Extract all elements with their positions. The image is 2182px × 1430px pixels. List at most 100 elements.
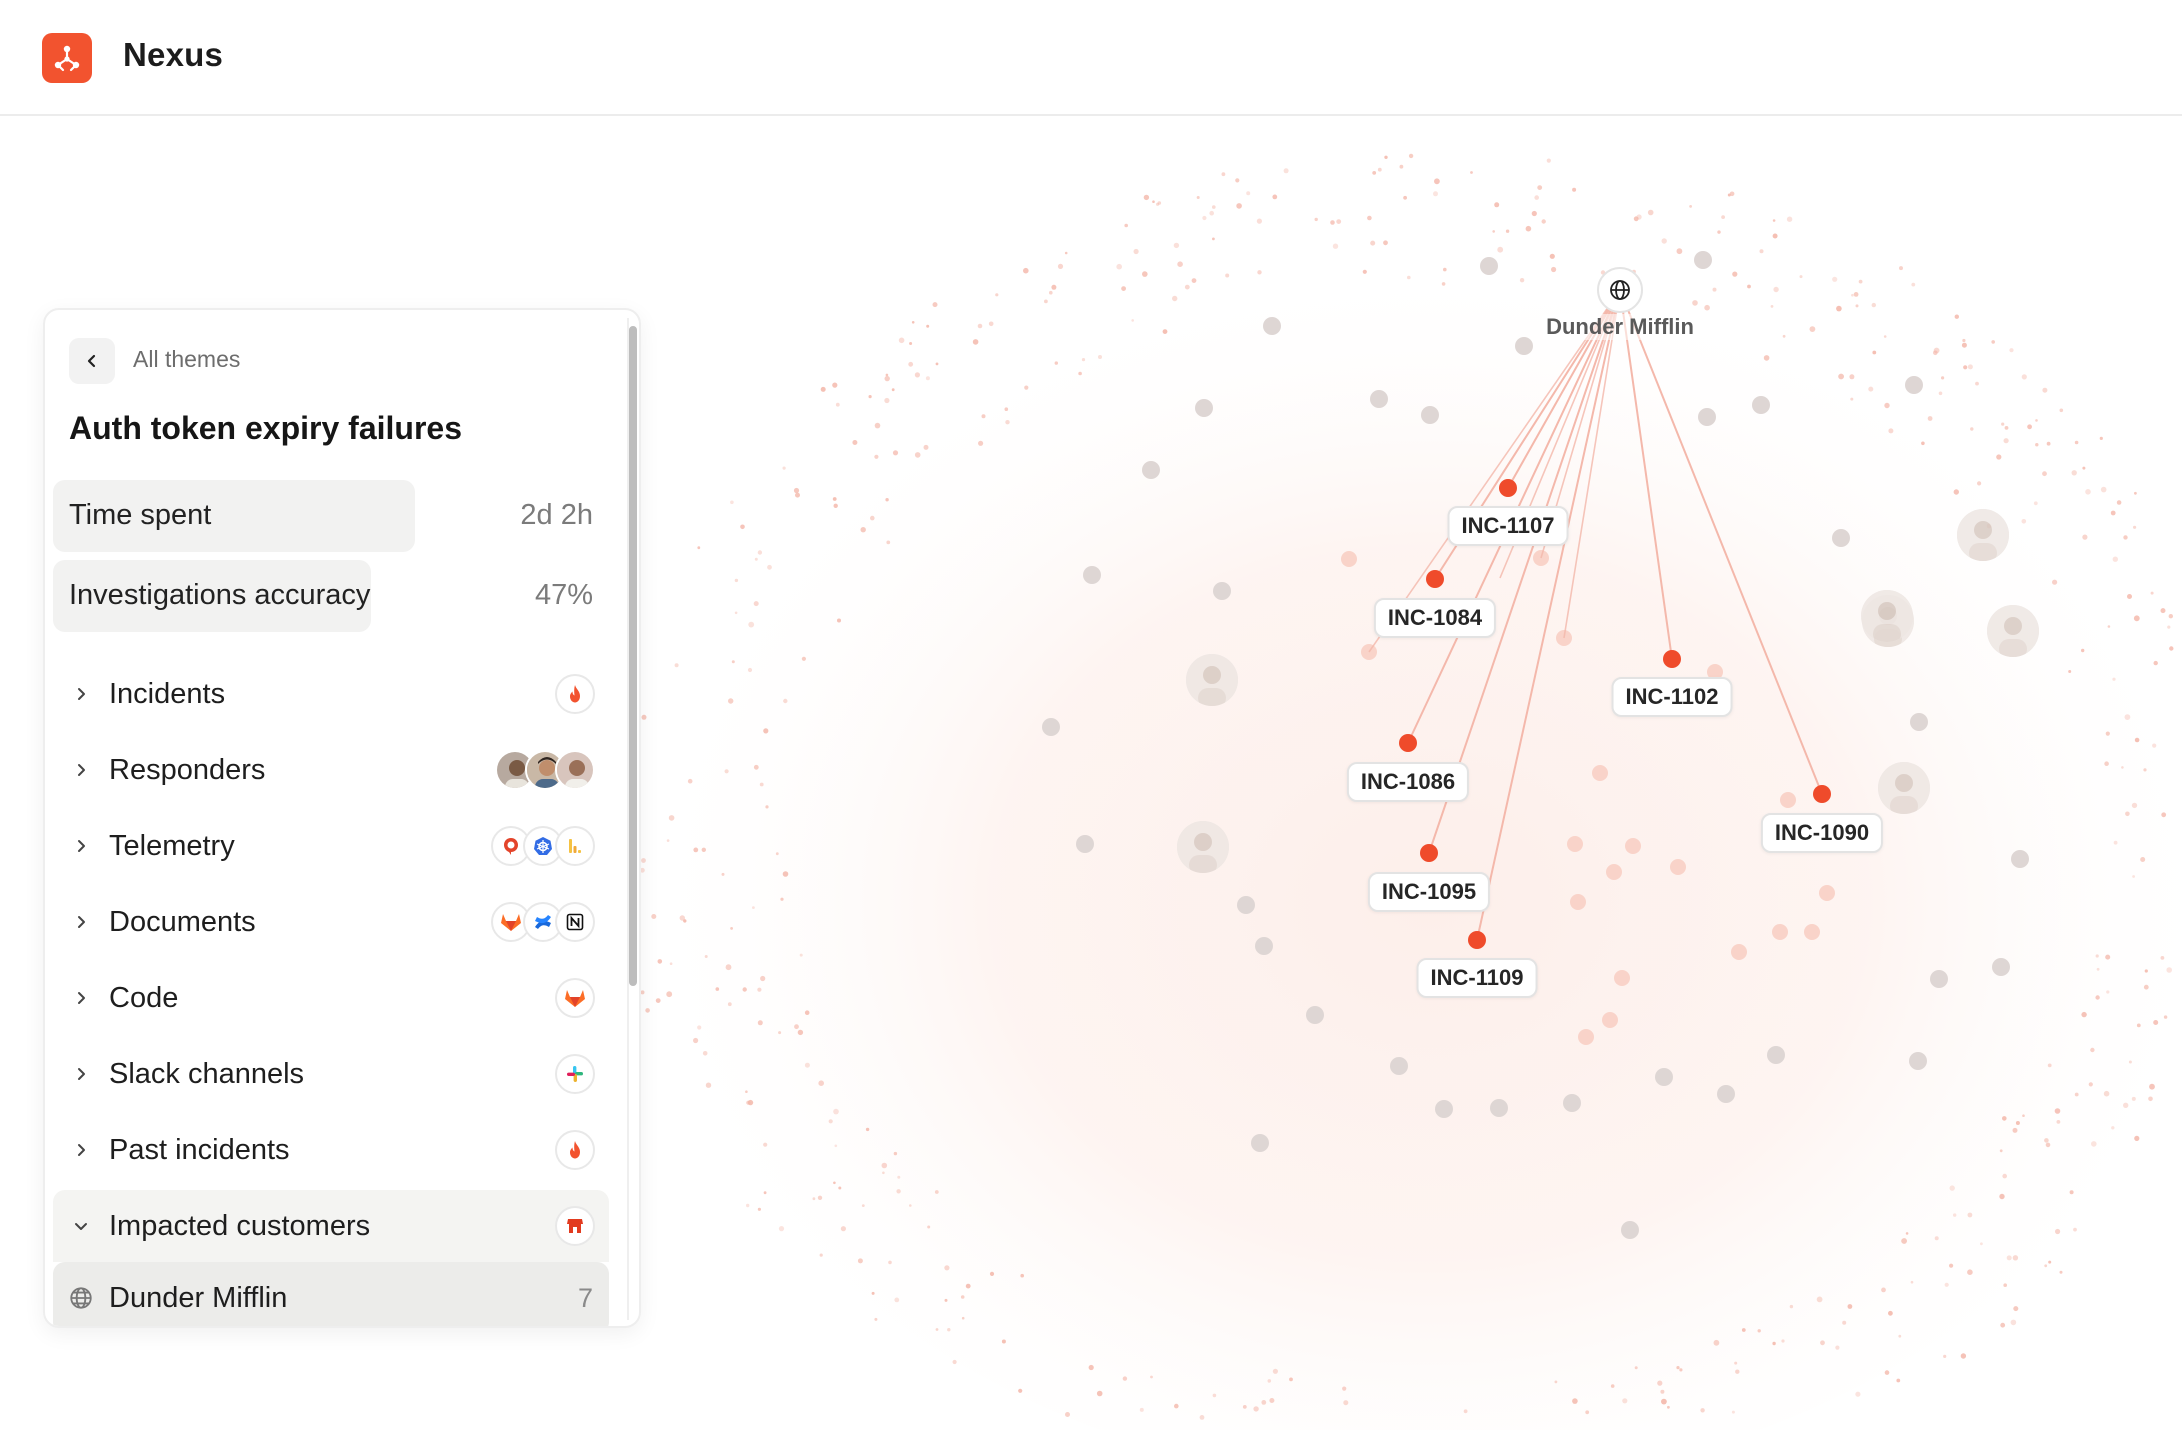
particle: [2071, 470, 2077, 476]
responder-avatar[interactable]: [1878, 762, 1930, 814]
section-slack-channels[interactable]: Slack channels: [53, 1038, 609, 1110]
particle: [1246, 191, 1251, 196]
section-responders[interactable]: Responders: [53, 734, 609, 806]
particle: [1212, 237, 1215, 241]
particle: [2121, 766, 2124, 769]
nexus-logo-icon[interactable]: [42, 33, 92, 83]
particle: [1537, 185, 1543, 190]
particle: [1088, 1364, 1094, 1371]
hub-globe-icon[interactable]: [1597, 267, 1643, 313]
particle: [1242, 1405, 1247, 1409]
particle: [1747, 284, 1751, 289]
particle: [748, 621, 755, 628]
section-documents[interactable]: Documents: [53, 886, 609, 958]
particle: [1267, 1379, 1272, 1383]
incident-label[interactable]: INC-1095: [1367, 872, 1491, 912]
incident-label[interactable]: INC-1109: [1416, 958, 1538, 998]
background-node: [1602, 1012, 1618, 1028]
particle: [1289, 1377, 1293, 1382]
particle: [655, 998, 661, 1003]
particle: [2133, 615, 2140, 622]
customer-item-dunder-mifflin[interactable]: Dunder Mifflin 7: [53, 1262, 609, 1326]
scroll-thumb[interactable]: [629, 326, 637, 986]
particle: [884, 375, 890, 382]
incident-label[interactable]: INC-1107: [1447, 506, 1569, 546]
particle: [1991, 340, 1995, 344]
particle: [804, 1062, 810, 1068]
particle: [981, 414, 986, 419]
particle: [2106, 990, 2110, 994]
particle: [1272, 1368, 1278, 1374]
back-button[interactable]: [69, 338, 115, 384]
particle: [1162, 329, 1168, 334]
section-past-incidents[interactable]: Past incidents: [53, 1114, 609, 1186]
responder-avatar[interactable]: [1957, 509, 2009, 561]
particle: [2168, 614, 2173, 619]
particle: [2052, 579, 2058, 585]
particle: [1572, 187, 1577, 192]
metric-value: 47%: [534, 579, 593, 611]
particle: [1314, 217, 1318, 222]
particle: [666, 839, 670, 842]
particle: [2056, 1120, 2061, 1124]
particle: [1944, 1282, 1949, 1287]
chevron-right-icon: [53, 914, 109, 930]
particle: [870, 515, 875, 521]
section-impacted-customers[interactable]: Impacted customers: [53, 1190, 609, 1262]
particle: [2140, 857, 2146, 862]
particle: [1849, 374, 1855, 380]
particle: [896, 1189, 901, 1194]
background-node: [1567, 836, 1583, 852]
responder-avatar[interactable]: [1177, 821, 1229, 873]
incident-label[interactable]: INC-1084: [1373, 598, 1497, 638]
slack-icon: [555, 1054, 595, 1094]
metric-time-spent: Time spent 2d 2h: [53, 480, 609, 552]
responder-avatar: [555, 750, 595, 790]
back-label[interactable]: All themes: [133, 346, 240, 373]
section-code[interactable]: Code: [53, 962, 609, 1034]
particle: [1051, 284, 1057, 290]
particle: [2110, 510, 2116, 516]
background-glow: [630, 188, 2182, 1430]
responder-avatar[interactable]: [1186, 654, 1238, 706]
responder-avatar[interactable]: [1987, 605, 2039, 657]
section-label: Documents: [109, 905, 256, 938]
section-telemetry[interactable]: Telemetry: [53, 810, 609, 882]
particle: [1585, 1410, 1590, 1415]
background-node: [1780, 792, 1796, 808]
responder-avatar[interactable]: [1861, 590, 1913, 642]
incident-label[interactable]: INC-1086: [1346, 762, 1470, 802]
particle: [2033, 501, 2038, 506]
particle: [1272, 194, 1278, 200]
hub-label[interactable]: Dunder Mifflin: [1542, 314, 1698, 340]
particle: [666, 991, 673, 998]
particle: [2153, 660, 2158, 666]
particle: [1842, 1320, 1847, 1325]
particle: [1633, 216, 1639, 222]
particle: [828, 1119, 833, 1124]
incident-label[interactable]: INC-1102: [1611, 677, 1733, 717]
particle: [1152, 200, 1155, 203]
particle: [1782, 334, 1786, 338]
particle: [1399, 164, 1404, 169]
particle: [1078, 371, 1082, 376]
incident-label[interactable]: INC-1090: [1760, 813, 1884, 853]
particle: [995, 293, 999, 297]
particle: [932, 302, 938, 308]
particle: [2069, 1190, 2074, 1195]
particle: [640, 990, 645, 995]
theme-detail-panel: All themes Auth token expiry failures Ti…: [43, 308, 641, 1328]
notion-icon: [555, 902, 595, 942]
particle: [2131, 802, 2138, 809]
particle: [1977, 481, 1982, 486]
section-incidents[interactable]: Incidents: [53, 658, 609, 730]
particle: [1199, 1415, 1205, 1420]
scrollbar[interactable]: [627, 318, 637, 1320]
particle: [1408, 153, 1414, 159]
particle: [1191, 278, 1197, 283]
particle: [2081, 648, 2085, 653]
particle: [934, 1190, 939, 1194]
particle: [2046, 441, 2051, 446]
particle: [725, 964, 732, 971]
particle: [1772, 219, 1776, 222]
